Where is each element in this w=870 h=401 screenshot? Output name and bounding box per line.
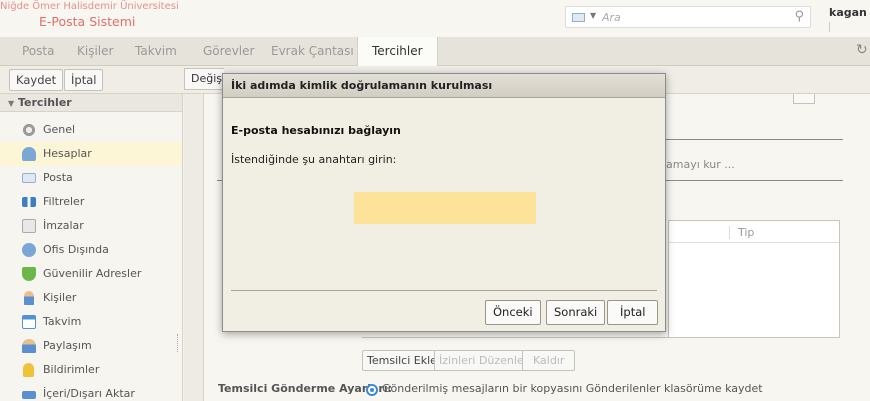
preferences-sidebar: ▼ Tercihler Genel Hesaplar Posta Filtrel… (0, 94, 183, 401)
sidebar-item-paylasim[interactable]: Paylaşım (0, 334, 182, 358)
next-button[interactable]: Sonraki (546, 300, 606, 325)
mail-icon[interactable] (572, 13, 585, 22)
notifications-icon (23, 363, 34, 377)
mail-icon (22, 173, 36, 183)
sidebar-item-hesaplar[interactable]: Hesaplar (0, 142, 182, 166)
save-sent-copy-radio[interactable] (366, 384, 378, 396)
import-export-icon (22, 391, 36, 399)
sidebar-item-ofis-disinda[interactable]: Ofis Dışında (0, 238, 182, 262)
username[interactable]: kagan (829, 6, 867, 19)
search-icon[interactable]: ⚲ (794, 9, 804, 24)
divider (829, 22, 843, 32)
save-sent-copy-label[interactable]: Gönderilmiş mesajların bir kopyasını Gön… (382, 382, 763, 395)
sidebar-item-iceri-disari-aktar[interactable]: İçeri/Dışarı Aktar (0, 382, 182, 401)
add-delegate-button[interactable]: Temsilci Ekle (362, 350, 442, 371)
filter-icon (22, 197, 36, 207)
app-header: Niğde Ömer Halisdemir Üniversitesi E-Pos… (0, 0, 870, 37)
sidebar-item-filtreler[interactable]: Filtreler (0, 190, 182, 214)
cancel-button[interactable]: İptal (64, 69, 104, 91)
tab-posta[interactable]: Posta (22, 37, 54, 66)
search-box[interactable]: ▼ Ara ⚲ (565, 6, 811, 28)
dialog-heading: E-posta hesabınızı bağlayın (231, 124, 401, 137)
chevron-down-icon[interactable]: ▼ (590, 11, 596, 20)
divider (666, 180, 843, 181)
change-button[interactable]: Değişik (184, 68, 224, 90)
sidebar-item-guvenilir-adresler[interactable]: Güvenilir Adresler (0, 262, 182, 286)
resize-handle[interactable] (177, 334, 179, 352)
previous-button[interactable]: Önceki (485, 300, 541, 325)
dialog-cancel-button[interactable]: İptal (607, 300, 659, 325)
tab-evrak-cantasi[interactable]: Evrak Çantası (271, 37, 354, 66)
dialog-divider (231, 290, 657, 291)
column-header-tip[interactable]: Tip (729, 226, 754, 239)
sidebar-item-bildirimler[interactable]: Bildirimler (0, 358, 182, 382)
tab-kisiler[interactable]: Kişiler (77, 37, 113, 66)
tab-tercihler[interactable]: Tercihler (357, 37, 438, 66)
divider (666, 139, 843, 140)
content-gutter (184, 94, 204, 401)
user-menu[interactable]: kagan ▾ (829, 6, 870, 19)
delegates-table: Tip (668, 220, 840, 338)
tab-takvim[interactable]: Takvim (135, 37, 177, 66)
app-tabs: Posta Kişiler Takvim Görevler Evrak Çant… (0, 37, 870, 66)
org-name: Niğde Ömer Halisdemir Üniversitesi (0, 1, 179, 12)
signature-icon (22, 219, 36, 233)
sidebar-item-imzalar[interactable]: İmzalar (0, 214, 182, 238)
sidebar-item-posta[interactable]: Posta (0, 166, 182, 190)
search-input[interactable]: Ara (602, 11, 621, 24)
table-header: Tip (669, 221, 839, 243)
divider (362, 337, 668, 338)
edit-permissions-button[interactable]: İzinleri Düzenle (434, 350, 529, 371)
sidebar-item-takvim[interactable]: Takvim (0, 310, 182, 334)
contacts-icon (24, 291, 34, 305)
dialog-prompt: İstendiğinde şu anahtarı girin: (231, 153, 397, 166)
collapsed-control[interactable] (793, 94, 815, 104)
accounts-icon (22, 147, 36, 161)
save-button[interactable]: Kaydet (9, 69, 64, 91)
tab-gorevler[interactable]: Görevler (203, 37, 254, 66)
secret-key-box (354, 192, 536, 224)
gear-icon (22, 123, 36, 137)
dialog-title[interactable]: İki adımda kimlik doğrulamanın kurulması (223, 74, 665, 98)
setup-link[interactable]: amayı kur ... (666, 158, 735, 171)
sidebar-item-kisiler[interactable]: Kişiler (0, 286, 182, 310)
out-of-office-icon (22, 243, 36, 257)
collapse-icon[interactable]: ▼ (8, 99, 14, 108)
sharing-icon (22, 339, 36, 353)
remove-button[interactable]: Kaldır (522, 350, 576, 371)
refresh-icon[interactable]: ↻ (856, 42, 868, 58)
app-logo-text: E-Posta Sistemi (39, 14, 136, 29)
sidebar-header[interactable]: ▼ Tercihler (0, 94, 182, 112)
two-factor-setup-dialog: İki adımda kimlik doğrulamanın kurulması… (222, 73, 666, 332)
sidebar-item-genel[interactable]: Genel (0, 118, 182, 142)
shield-icon (22, 267, 36, 281)
calendar-icon (22, 315, 36, 329)
